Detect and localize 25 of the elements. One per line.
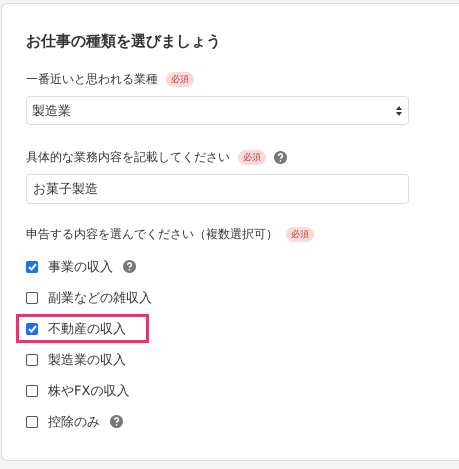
help-icon[interactable] <box>110 415 123 428</box>
checkbox[interactable] <box>26 322 38 334</box>
industry-select[interactable]: 製造業 <box>26 96 409 125</box>
help-icon[interactable] <box>274 151 287 164</box>
page-title: お仕事の種類を選びましょう <box>26 32 222 51</box>
option-label: 製造業の収入 <box>48 352 126 368</box>
option-label: 控除のみ <box>48 414 100 430</box>
checkbox[interactable] <box>26 354 38 366</box>
field-label: 具体的な業務内容を記載してください <box>26 149 230 166</box>
required-badge: 必須 <box>238 150 266 165</box>
checkbox[interactable] <box>26 416 38 428</box>
help-icon[interactable] <box>123 260 136 273</box>
option-label: 副業などの雑収入 <box>48 290 152 306</box>
checkbox[interactable] <box>26 384 38 396</box>
option-label: 株やFXの収入 <box>48 382 130 400</box>
checkbox[interactable] <box>26 260 38 272</box>
checkbox[interactable] <box>26 292 38 304</box>
details-field[interactable]: お菓子製造 <box>26 174 409 204</box>
sort-caret-icon <box>396 106 402 116</box>
option-label: 不動産の収入 <box>48 320 126 338</box>
option-label: 事業の収入 <box>48 258 113 276</box>
required-badge: 必須 <box>286 227 314 242</box>
required-badge: 必須 <box>166 72 194 87</box>
field-label: 申告する内容を選んでください（複数選択可） <box>26 226 278 243</box>
field-label: 一番近いと思われる業種 <box>26 71 158 88</box>
